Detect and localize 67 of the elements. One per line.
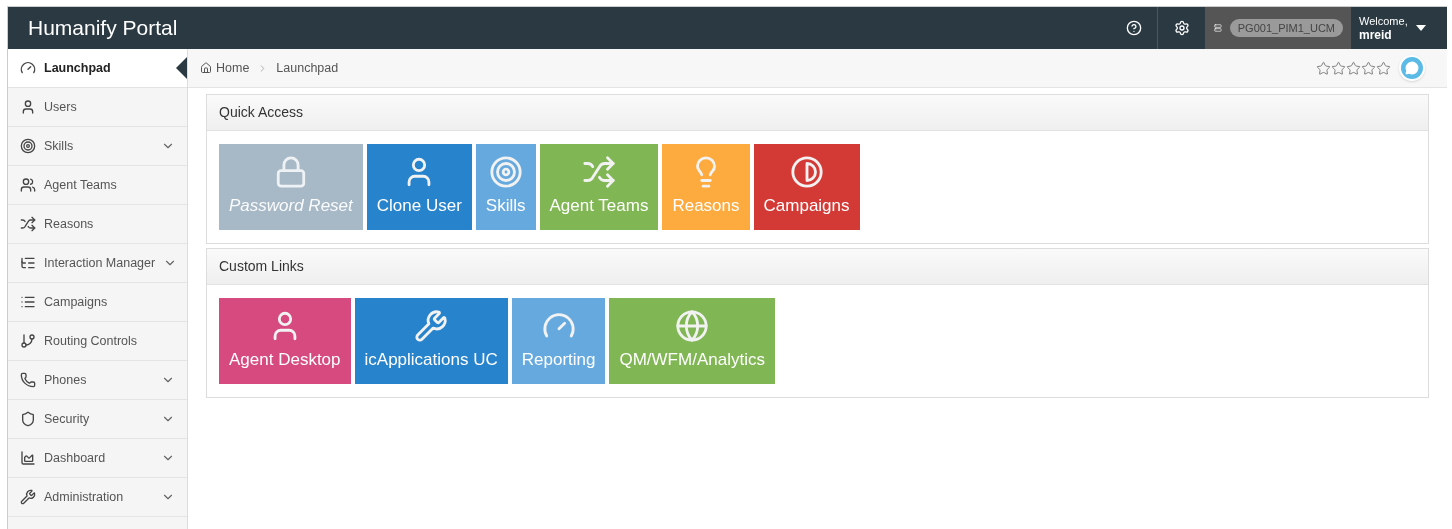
help-icon — [1125, 20, 1142, 36]
app-title: Humanify Portal — [27, 15, 179, 42]
star-icon — [1316, 60, 1331, 76]
globe-icon — [675, 309, 710, 344]
launch-tile[interactable]: Campaigns — [753, 144, 860, 230]
phone-icon — [20, 372, 36, 388]
sidebar-label: Campaigns — [44, 293, 109, 311]
caret-icon — [1415, 25, 1426, 31]
star-rating[interactable] — [1316, 60, 1391, 76]
star-icon — [1376, 60, 1391, 76]
shuffle-icon — [20, 216, 36, 232]
launch-tile[interactable]: Agent Desktop — [219, 298, 351, 384]
wrench-icon — [20, 489, 36, 505]
shuffle-icon — [581, 155, 616, 190]
sidebar-label: Routing Controls — [44, 332, 139, 350]
sidebar-label: Phones — [44, 371, 88, 389]
sidebar-label: Administration — [44, 488, 125, 506]
area-chart-icon — [20, 450, 36, 466]
branch-icon — [20, 333, 36, 349]
sidebar-label: Agent Teams — [44, 176, 118, 194]
list-tree-icon — [20, 255, 36, 271]
sidebar-item[interactable]: Security — [8, 400, 187, 439]
panel-title: Quick Access — [219, 103, 304, 122]
gauge-icon — [20, 60, 36, 76]
user-menu[interactable]: Welcome, mreid — [1351, 7, 1447, 49]
sidebar-label: Launchpad — [44, 59, 112, 77]
users-icon — [20, 177, 36, 193]
star-icon — [1361, 60, 1376, 76]
sidebar-label: Security — [44, 410, 91, 428]
sidebar-item[interactable]: Launchpad — [8, 49, 187, 88]
star-icon — [1346, 60, 1361, 76]
sidebar-item[interactable]: Administration — [8, 478, 187, 517]
breadcrumb-current: Launchpad — [276, 59, 339, 77]
sidebar-item[interactable]: Routing Controls — [8, 322, 187, 361]
target-icon — [488, 155, 523, 190]
server-name: PG001_PIM1_UCM — [1229, 18, 1343, 38]
star-icon — [1331, 60, 1346, 76]
sidebar-item[interactable]: Skills — [8, 127, 187, 166]
launch-tile[interactable]: Clone User — [366, 144, 472, 230]
target-icon — [20, 138, 36, 154]
sidebar-item[interactable]: Users — [8, 88, 187, 127]
sidebar-label: Reasons — [44, 215, 95, 233]
user-name: mreid — [1359, 28, 1393, 42]
sidebar-item[interactable]: Campaigns — [8, 283, 187, 322]
sidebar-label: Users — [44, 98, 78, 116]
sidebar-item[interactable]: Agent Teams — [8, 166, 187, 205]
home-icon — [200, 62, 212, 74]
sidebar-item[interactable]: Reasons — [8, 205, 187, 244]
chat-icon — [1405, 61, 1419, 75]
sidebar-label: Dashboard — [44, 449, 107, 467]
settings-icon — [1173, 20, 1190, 36]
breadcrumb-link[interactable]: Home — [216, 58, 250, 78]
panel-title: Custom Links — [219, 257, 304, 276]
sidebar-item[interactable]: Phones — [8, 361, 187, 400]
server-selector[interactable]: PG001_PIM1_UCM — [1206, 7, 1351, 49]
half-circle-icon — [789, 155, 824, 190]
sidebar-label: Interaction Manager — [44, 254, 156, 272]
list-icon — [20, 294, 36, 310]
sidebar-item[interactable]: Interaction Manager — [8, 244, 187, 283]
shield-icon — [20, 411, 36, 427]
sidebar-label: Skills — [44, 137, 75, 155]
welcome-label: Welcome, — [1359, 14, 1408, 28]
launch-tile[interactable]: icApplications UC — [354, 298, 508, 384]
selection-pointer-icon — [176, 57, 187, 79]
user-icon — [20, 99, 36, 115]
wrench-icon — [414, 309, 449, 344]
sidebar-item[interactable]: Dashboard — [8, 439, 187, 478]
